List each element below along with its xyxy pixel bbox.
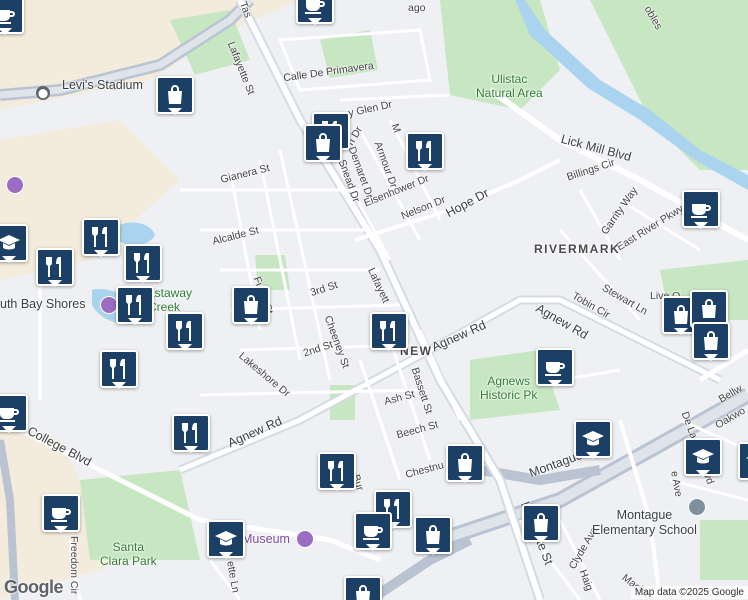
school-icon [738, 442, 748, 480]
park-label-santa-clara-park[interactable]: Santa Clara Park [100, 540, 157, 568]
shopping-marker[interactable] [446, 444, 484, 484]
poi-label-museum[interactable]: Museum [242, 533, 290, 546]
museum-icon[interactable] [296, 530, 314, 548]
coffee-marker[interactable] [0, 0, 24, 36]
map-attribution[interactable]: Map data ©2025 Google [630, 586, 748, 599]
restaurant-marker[interactable] [82, 218, 120, 258]
school-marker[interactable] [0, 224, 28, 264]
shopping-marker[interactable] [414, 516, 452, 556]
map-canvas[interactable]: ⬤ Lafayette St Tas ago obles Calle De Pr… [0, 0, 748, 600]
park-label-castaway-creek[interactable]: astaway Creek [148, 286, 192, 314]
shopping-marker[interactable] [304, 124, 342, 164]
restaurant-marker[interactable] [406, 132, 444, 172]
coffee-marker[interactable] [0, 394, 28, 434]
coffee-marker[interactable] [42, 494, 80, 534]
restaurant-marker[interactable] [36, 248, 74, 288]
shopping-marker[interactable] [692, 322, 730, 362]
school-marker[interactable] [574, 420, 612, 460]
shopping-icon [344, 576, 382, 600]
shopping-marker[interactable] [156, 76, 194, 116]
google-logo[interactable]: Google [4, 577, 64, 598]
poi-icon[interactable] [6, 176, 24, 194]
coffee-marker[interactable] [296, 0, 334, 26]
restaurant-marker[interactable] [172, 414, 210, 454]
park-label-agnews-historic-pk[interactable]: Agnews Historic Pk [480, 374, 537, 402]
street-label-sago: ago [408, 2, 426, 14]
restaurant-marker[interactable] [124, 244, 162, 284]
poi-label-levis-stadium[interactable]: Levi's Stadium [62, 79, 143, 92]
coffee-marker[interactable] [536, 348, 574, 388]
restaurant-marker[interactable] [318, 452, 356, 492]
restaurant-marker[interactable] [100, 350, 138, 390]
coffee-marker[interactable] [682, 190, 720, 230]
school-marker[interactable] [207, 520, 245, 560]
area-label-rivermark: RIVERMARK [534, 242, 621, 256]
school-icon[interactable] [688, 498, 706, 516]
coffee-marker[interactable] [354, 512, 392, 552]
restaurant-marker[interactable] [116, 286, 154, 326]
transit-station-icon[interactable]: ⬤ [36, 86, 50, 100]
park-label-ulistac-natural-area[interactable]: Ulistac Natural Area [476, 72, 543, 100]
area-label-south-bay-shores: uth Bay Shores [0, 297, 86, 311]
school-marker[interactable] [684, 438, 722, 478]
shopping-marker[interactable] [344, 576, 382, 600]
shopping-marker[interactable] [522, 504, 560, 544]
shopping-marker[interactable] [232, 286, 270, 326]
restaurant-marker[interactable] [370, 312, 408, 352]
restaurant-marker[interactable] [166, 312, 204, 352]
street-label-freedom-cir: Freedom Cir [68, 536, 80, 595]
school-marker[interactable] [738, 442, 748, 482]
poi-label-montague-elementary[interactable]: Montague Elementary School [592, 508, 697, 538]
